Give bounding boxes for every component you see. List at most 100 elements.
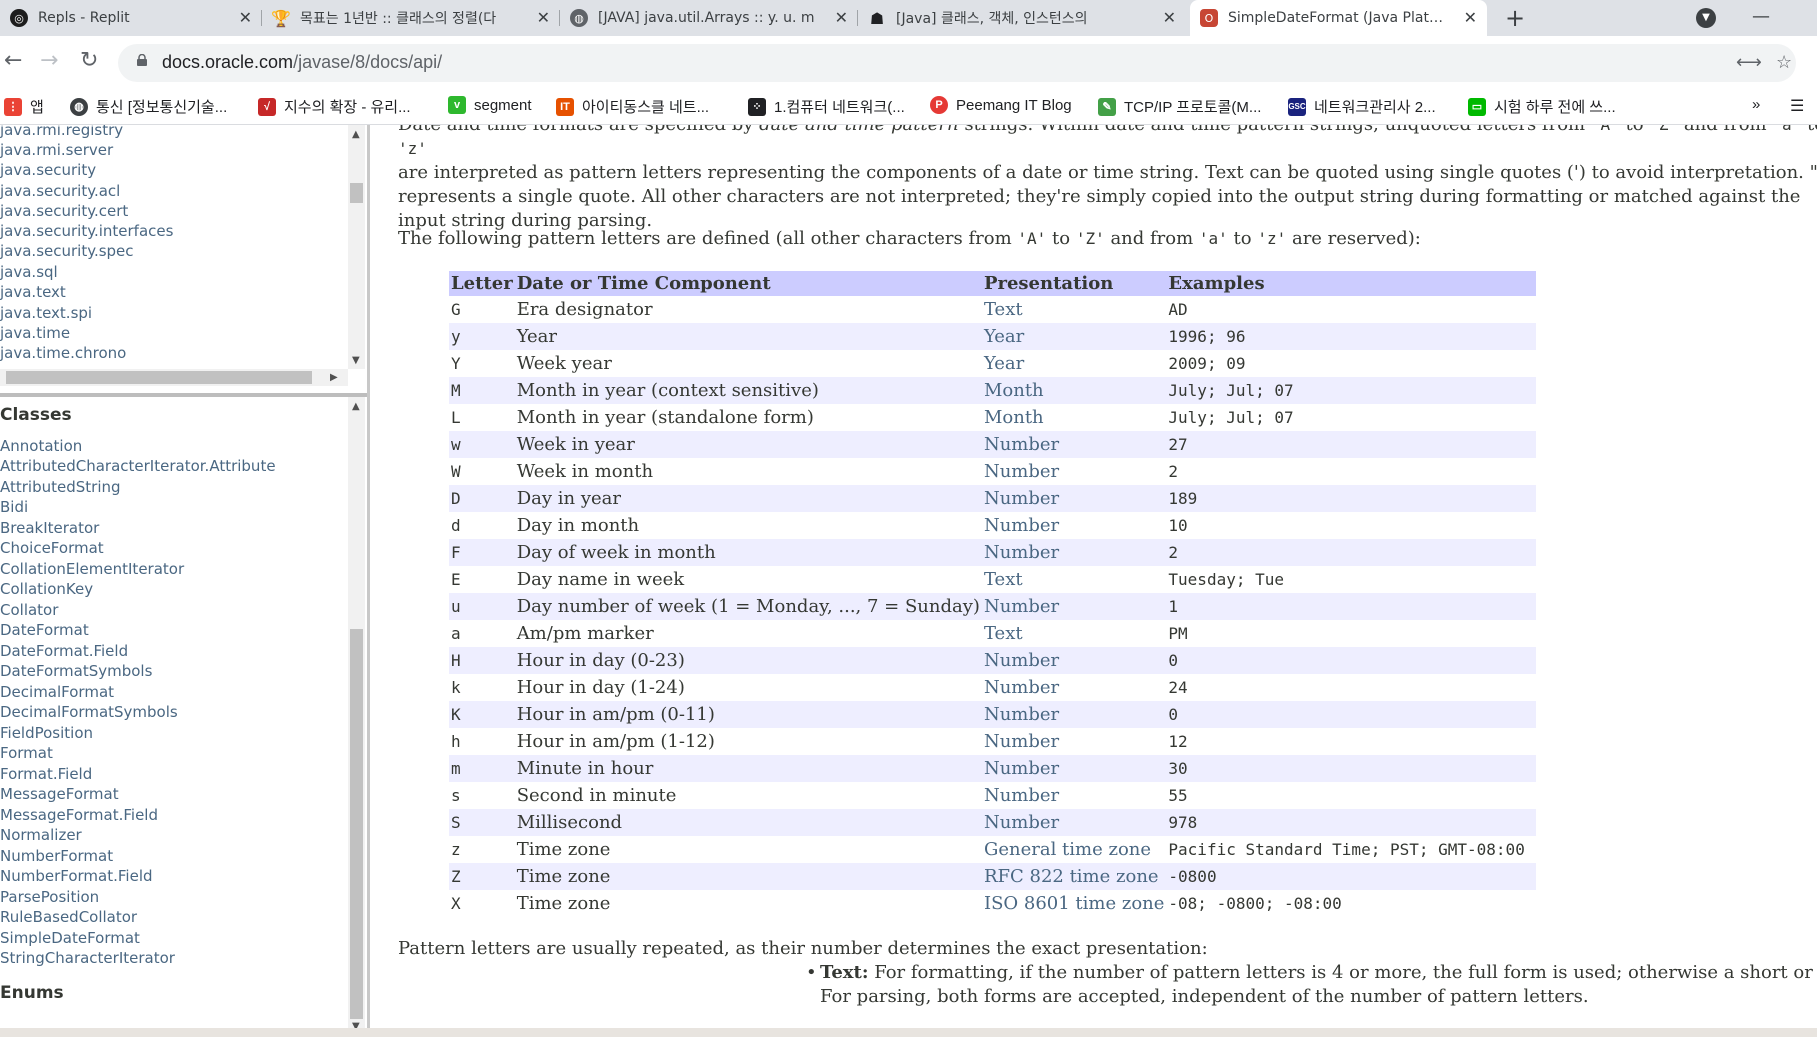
back-button[interactable]: ← xyxy=(4,48,22,73)
class-link[interactable]: Format.Field xyxy=(0,765,92,783)
presentation-cell[interactable]: Number xyxy=(981,755,1167,782)
translate-icon[interactable]: ⟷ xyxy=(1736,52,1762,73)
presentation-cell[interactable]: Text xyxy=(982,296,1166,323)
close-icon[interactable]: ✕ xyxy=(239,8,252,27)
class-link[interactable]: DateFormatSymbols xyxy=(0,662,152,680)
class-link[interactable]: Bidi xyxy=(0,498,28,516)
bookmark-star-icon[interactable]: ☆ xyxy=(1776,52,1792,73)
close-icon[interactable]: ✕ xyxy=(835,8,848,27)
new-tab-button[interactable]: + xyxy=(1505,4,1525,32)
class-link[interactable]: DecimalFormatSymbols xyxy=(0,703,178,721)
presentation-cell[interactable]: Number xyxy=(982,728,1166,755)
package-link[interactable]: java.rmi.server xyxy=(0,141,113,159)
class-scrollbar[interactable]: ▲ ▼ xyxy=(348,397,365,1037)
class-link[interactable]: StringCharacterIterator xyxy=(0,949,175,967)
reload-button[interactable]: ↻ xyxy=(80,48,98,73)
url-text[interactable]: docs.oracle.com/javase/8/docs/api/ xyxy=(162,52,442,73)
package-link[interactable]: java.security.spec xyxy=(0,242,134,260)
presentation-cell[interactable]: Year xyxy=(981,323,1167,350)
bookmark-telecom[interactable]: ◍ 통신 [정보통신기술... xyxy=(70,96,227,117)
tab-java-arrays[interactable]: ◍ [JAVA] java.util.Arrays :: y. u. m ✕ xyxy=(560,0,858,36)
class-link[interactable]: Annotation xyxy=(0,437,82,455)
bookmark-network-admin[interactable]: GSC 네트워크관리사 2... xyxy=(1288,96,1436,117)
bookmark-it-school[interactable]: IT 아이티동스클 네트... xyxy=(556,96,709,117)
scroll-thumb[interactable] xyxy=(350,183,363,203)
class-link[interactable]: Collator xyxy=(0,601,58,619)
package-link[interactable]: java.security.cert xyxy=(0,202,128,220)
class-link[interactable]: FieldPosition xyxy=(0,724,93,742)
presentation-cell[interactable]: Number xyxy=(981,809,1167,836)
tab-replit[interactable]: ◎ Repls - Replit ✕ xyxy=(0,0,262,36)
presentation-cell[interactable]: Number xyxy=(981,431,1167,458)
package-link[interactable]: java.security.acl xyxy=(0,182,120,200)
class-link[interactable]: CollationElementIterator xyxy=(0,560,184,578)
tab-java-class-object[interactable]: ☗ [Java] 클래스, 객체, 인스턴스의 ✕ xyxy=(858,0,1186,36)
class-link[interactable]: RuleBasedCollator xyxy=(0,908,137,926)
presentation-cell[interactable]: Number xyxy=(981,539,1167,566)
class-link[interactable]: DateFormat xyxy=(0,621,89,639)
class-link[interactable]: Normalizer xyxy=(0,826,82,844)
class-link[interactable]: CollationKey xyxy=(0,580,93,598)
presentation-cell[interactable]: Number xyxy=(981,647,1167,674)
package-link[interactable]: java.text xyxy=(0,283,66,301)
class-link[interactable]: AttributedCharacterIterator.Attribute xyxy=(0,457,276,475)
close-icon[interactable]: ✕ xyxy=(537,8,550,27)
class-link[interactable]: AttributedString xyxy=(0,478,121,496)
package-link[interactable]: java.text.spi xyxy=(0,304,92,322)
class-link[interactable]: NumberFormat xyxy=(0,847,113,865)
package-link[interactable]: java.time xyxy=(0,324,70,342)
presentation-cell[interactable]: Year xyxy=(982,350,1166,377)
package-link[interactable]: java.sql xyxy=(0,263,58,281)
class-link[interactable]: NumberFormat.Field xyxy=(0,867,153,885)
scroll-thumb[interactable] xyxy=(350,629,363,1019)
close-icon[interactable]: ✕ xyxy=(1464,8,1477,27)
reading-list-icon[interactable]: ☰ xyxy=(1790,96,1804,116)
bookmarks-more-button[interactable]: » xyxy=(1752,96,1760,113)
presentation-cell[interactable]: Number xyxy=(982,782,1166,809)
scroll-down-icon[interactable]: ▼ xyxy=(352,355,360,366)
tab-simpledateformat[interactable]: O SimpleDateFormat (Java Platform ✕ xyxy=(1190,0,1487,36)
bookmark-tcpip[interactable]: ✎ TCP/IP 프로토콜(M... xyxy=(1098,96,1261,117)
package-hscrollbar[interactable]: ▶ xyxy=(0,369,348,386)
presentation-cell[interactable]: Number xyxy=(982,458,1166,485)
class-link[interactable]: SimpleDateFormat xyxy=(0,929,140,947)
presentation-cell[interactable]: Number xyxy=(981,701,1167,728)
class-link[interactable]: ParsePosition xyxy=(0,888,99,906)
class-link[interactable]: Format xyxy=(0,744,53,762)
class-link[interactable]: DateFormat.Field xyxy=(0,642,128,660)
package-link[interactable]: java.security.interfaces xyxy=(0,222,173,240)
scroll-right-icon[interactable]: ▶ xyxy=(330,372,338,383)
bookmark-exam[interactable]: ▭ 시험 하루 전에 쓰... xyxy=(1468,96,1616,117)
scroll-thumb[interactable] xyxy=(6,371,312,384)
presentation-cell[interactable]: General time zone xyxy=(982,836,1166,863)
bookmark-apps[interactable]: ⋮ 앱 xyxy=(4,96,44,117)
presentation-cell[interactable]: RFC 822 time zone xyxy=(981,863,1167,890)
bookmark-segment[interactable]: v segment xyxy=(448,96,532,114)
presentation-cell[interactable]: ISO 8601 time zone xyxy=(982,890,1166,917)
scroll-up-icon[interactable]: ▲ xyxy=(352,401,360,412)
bookmark-exponent[interactable]: √ 지수의 확장 - 유리... xyxy=(258,96,411,117)
presentation-cell[interactable]: Text xyxy=(982,620,1166,647)
class-link[interactable]: DecimalFormat xyxy=(0,683,114,701)
presentation-cell[interactable]: Text xyxy=(982,566,1166,593)
class-link[interactable]: MessageFormat xyxy=(0,785,119,803)
tab-class-sort[interactable]: 🏆 목표는 1년반 :: 클래스의 정렬(다 ✕ xyxy=(262,0,560,36)
bookmark-peemang[interactable]: P Peemang IT Blog xyxy=(930,96,1072,114)
class-link[interactable]: MessageFormat.Field xyxy=(0,806,158,824)
class-link[interactable]: ChoiceFormat xyxy=(0,539,104,557)
presentation-cell[interactable]: Month xyxy=(982,404,1166,431)
presentation-cell[interactable]: Number xyxy=(981,593,1167,620)
package-link[interactable]: java.time.chrono xyxy=(0,344,126,362)
class-link[interactable]: BreakIterator xyxy=(0,519,99,537)
tab-search-icon[interactable]: ▼ xyxy=(1696,8,1716,28)
package-link[interactable]: java.rmi.registry xyxy=(0,125,123,139)
scroll-up-icon[interactable]: ▲ xyxy=(352,129,360,140)
forward-button[interactable]: → xyxy=(40,48,58,73)
package-link[interactable]: java.security xyxy=(0,161,96,179)
presentation-cell[interactable]: Number xyxy=(982,512,1166,539)
presentation-cell[interactable]: Month xyxy=(981,377,1167,404)
presentation-cell[interactable]: Number xyxy=(981,485,1167,512)
minimize-icon[interactable]: — xyxy=(1752,6,1770,27)
package-scrollbar[interactable]: ▲ ▼ xyxy=(348,125,365,369)
bookmark-computer-network[interactable]: ⁘ 1.컴퓨터 네트워크(... xyxy=(748,96,905,117)
